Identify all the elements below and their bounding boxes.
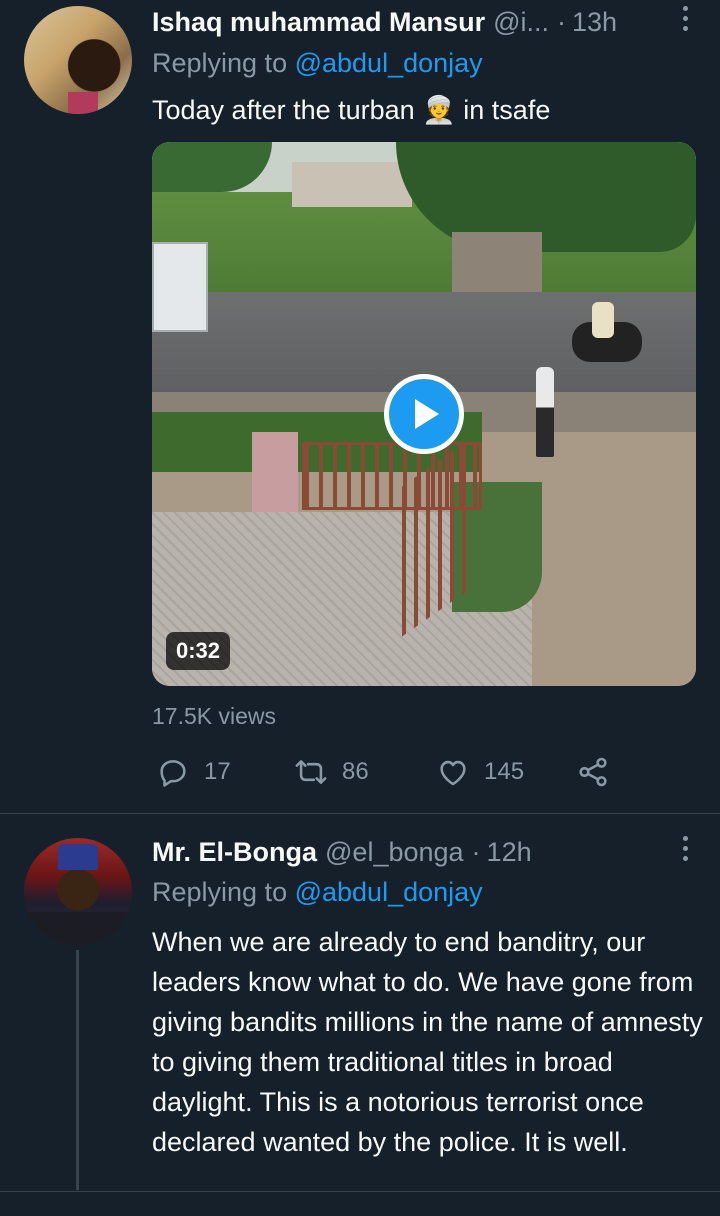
video-player[interactable]: 0:32 [152, 142, 696, 686]
more-vertical-icon[interactable] [680, 6, 690, 36]
share-button[interactable] [576, 752, 624, 792]
video-frame-house [292, 162, 412, 207]
avatar-cap [58, 844, 98, 870]
play-icon [415, 399, 439, 429]
video-frame-shed [452, 232, 542, 292]
reply-button[interactable]: 17 [156, 752, 231, 792]
replying-prefix: Replying to [152, 48, 295, 78]
video-frame-rider [592, 302, 614, 338]
tweet-header: Ishaq muhammad Mansur @i... · 13h [152, 4, 617, 40]
video-duration: 0:32 [166, 632, 231, 670]
display-name[interactable]: Ishaq muhammad Mansur [152, 7, 485, 38]
tweet[interactable]: Mr. El-Bonga @el_bonga · 12h Replying to… [0, 814, 720, 1216]
separator-dot: · [557, 6, 566, 37]
like-count: 145 [484, 758, 525, 785]
more-vertical-icon[interactable] [680, 836, 690, 866]
timestamp[interactable]: 12h [487, 837, 532, 868]
avatar-shirt [68, 92, 98, 114]
replying-prefix: Replying to [152, 877, 295, 907]
tweet-actions: 17 86 145 [152, 752, 712, 792]
like-button[interactable]: 145 [436, 752, 524, 792]
heart-icon [440, 760, 466, 786]
retweet-icon [295, 760, 327, 784]
reply-count: 17 [204, 758, 231, 785]
user-handle[interactable]: @el_bonga [325, 837, 464, 868]
thread-line [76, 950, 79, 1190]
retweet-count: 86 [342, 758, 369, 785]
play-button[interactable] [384, 374, 464, 454]
display-name[interactable]: Mr. El-Bonga [152, 837, 317, 868]
avatar[interactable] [24, 6, 132, 114]
avatar-shirt [24, 912, 132, 946]
share-icon [579, 757, 607, 787]
video-frame-person [536, 367, 554, 457]
retweet-button[interactable]: 86 [294, 752, 369, 792]
replying-to: Replying to @abdul_donjay [152, 48, 483, 79]
reply-icon [160, 760, 186, 787]
video-frame-pillar [252, 432, 298, 512]
tweet[interactable]: Ishaq muhammad Mansur @i... · 13h Replyi… [0, 0, 720, 814]
tweet-text: When we are already to end banditry, our… [152, 927, 703, 1157]
replying-to: Replying to @abdul_donjay [152, 877, 483, 908]
tweet-header: Mr. El-Bonga @el_bonga · 12h [152, 834, 532, 870]
mention-link[interactable]: @abdul_donjay [295, 48, 483, 78]
user-handle[interactable]: @i... [493, 7, 549, 38]
tweet-text: Today after the turban 👳 in tsafe [152, 95, 551, 125]
video-frame-sign [152, 242, 208, 332]
divider [0, 1191, 720, 1192]
timestamp[interactable]: 13h [572, 7, 617, 38]
mention-link[interactable]: @abdul_donjay [295, 877, 483, 907]
separator-dot: · [471, 836, 481, 867]
avatar[interactable] [24, 838, 132, 946]
view-count: 17.5K views [152, 703, 277, 729]
